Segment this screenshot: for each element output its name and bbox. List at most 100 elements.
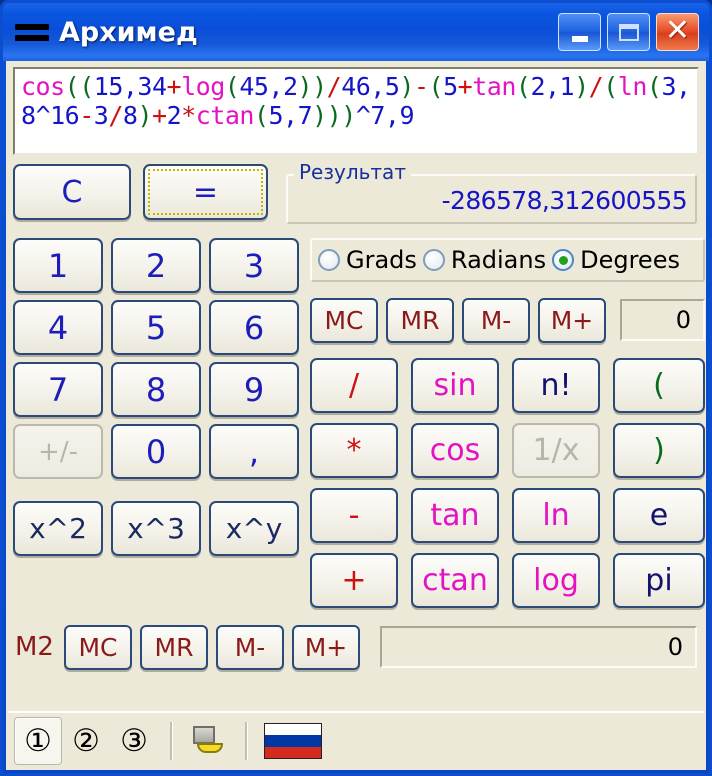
- function-key-tan[interactable]: tan: [411, 488, 499, 543]
- memory1-m-plus-button[interactable]: M+: [538, 297, 606, 343]
- expression-token: 2,1: [530, 72, 575, 101]
- application-window: Архимед ✕ cos((15,34+log(45,2))/46,5)-(5…: [0, 0, 712, 776]
- expression-token: log: [181, 72, 225, 101]
- memory1-buttons: MC MR M- M+: [310, 297, 614, 343]
- expression-token: +: [457, 72, 473, 101]
- angle-mode-radians[interactable]: Radians: [422, 246, 546, 274]
- expression-token: (: [515, 72, 531, 101]
- function-key-ln[interactable]: ln: [512, 488, 600, 543]
- title-bar: Архимед ✕: [3, 3, 709, 61]
- expression-token: 2: [166, 101, 182, 130]
- numpad-key-6[interactable]: 6: [209, 300, 299, 355]
- expression-token: (: [428, 72, 444, 101]
- expression-input[interactable]: cos((15,34+log(45,2))/46,5)-(5+tan(2,1)/…: [13, 67, 699, 155]
- radio-dot-icon: [552, 249, 575, 271]
- expression-token: ((: [64, 72, 95, 101]
- function-key-add[interactable]: +: [310, 553, 398, 608]
- function-key-reciprocal: 1/x: [512, 423, 600, 478]
- memory2-mc-button[interactable]: MC: [63, 624, 132, 670]
- expression-token: )): [297, 72, 328, 101]
- function-key-open-paren[interactable]: (: [613, 358, 705, 413]
- expression-token: ): [137, 101, 153, 130]
- function-key-close-paren[interactable]: ): [613, 423, 705, 478]
- numpad-key-8[interactable]: 8: [111, 362, 201, 417]
- numpad-key-[interactable]: ,: [209, 424, 299, 479]
- function-key-cos[interactable]: cos: [411, 423, 499, 478]
- expression-token: 5,7: [268, 101, 313, 130]
- numpad-key-4[interactable]: 4: [13, 300, 103, 355]
- system-settings-icon[interactable]: [185, 717, 233, 765]
- memory2-row: M2 MC MR M- M+ 0: [13, 622, 699, 672]
- numpad-key-0[interactable]: 0: [111, 424, 201, 479]
- expression-token: *: [181, 101, 196, 130]
- function-key-factorial[interactable]: n!: [512, 358, 600, 413]
- memory-slot-buttons: ①②③: [14, 717, 158, 765]
- memory1-m-minus-button[interactable]: M-: [462, 297, 530, 343]
- function-key-pi[interactable]: pi: [613, 553, 705, 608]
- focus-ring: [148, 169, 263, 215]
- memory2-m-plus-button[interactable]: M+: [291, 624, 360, 670]
- result-group-label: Результат: [294, 160, 411, 184]
- numpad-key-2[interactable]: 2: [111, 238, 201, 293]
- result-value: -286578,312600555: [441, 186, 688, 215]
- expression-token: -: [79, 101, 94, 130]
- function-key-ctan[interactable]: ctan: [411, 553, 499, 608]
- function-key-subtract[interactable]: -: [310, 488, 398, 543]
- close-button[interactable]: ✕: [656, 13, 699, 51]
- function-key-log[interactable]: log: [512, 553, 600, 608]
- equals-button[interactable]: =: [143, 164, 268, 220]
- power-key-x3[interactable]: x^3: [111, 501, 201, 556]
- clear-button[interactable]: C: [13, 164, 131, 220]
- angle-mode-label: Grads: [346, 246, 417, 274]
- expression-token: ln: [617, 72, 648, 101]
- expression-token: /: [326, 72, 342, 101]
- memory-slot-1-button[interactable]: ①: [14, 717, 62, 765]
- memory1-mr-button[interactable]: MR: [386, 297, 454, 343]
- russian-flag-icon[interactable]: [264, 723, 322, 759]
- window-controls: ✕: [558, 13, 699, 51]
- close-icon: ✕: [664, 12, 691, 48]
- function-key-multiply[interactable]: *: [310, 423, 398, 478]
- toolbar-separator: [170, 722, 173, 760]
- expression-token: +: [152, 101, 167, 130]
- angle-mode-group: Grads Radians Degrees: [310, 238, 705, 282]
- expression-token: -: [413, 72, 429, 101]
- memory-slot-2-button[interactable]: ②: [62, 717, 110, 765]
- expression-token: (: [603, 72, 618, 101]
- expression-token: ): [399, 72, 414, 101]
- memory2-m-minus-button[interactable]: M-: [215, 624, 284, 670]
- numpad-key-3[interactable]: 3: [209, 238, 299, 293]
- numpad-key-7[interactable]: 7: [13, 362, 103, 417]
- expression-token: ^16: [35, 101, 80, 130]
- functions-column: Grads Radians Degrees MC MR M- M+ 0 /sin n!(* c…: [310, 238, 705, 608]
- angle-mode-degrees[interactable]: Degrees: [552, 246, 680, 274]
- client-area: cos((15,34+log(45,2))/46,5)-(5+tan(2,1)/…: [6, 61, 706, 770]
- numpad-key-5[interactable]: 5: [111, 300, 201, 355]
- numeric-keypad: 1 2 3 4 5 6 7 8 9 +/- 0,: [13, 238, 300, 479]
- function-keypad: / sin n!( * cos 1/x) - tan ln e + ctan log pi: [310, 358, 705, 608]
- numpad-key-9[interactable]: 9: [209, 362, 299, 417]
- memory2-mr-button[interactable]: MR: [139, 624, 208, 670]
- expression-token: (: [224, 72, 240, 101]
- numpad-key-: +/-: [13, 424, 103, 479]
- memory1-mc-button[interactable]: MC: [310, 297, 378, 343]
- equals-menu-icon: [15, 20, 49, 44]
- expression-token: 8: [122, 101, 138, 130]
- angle-mode-grads[interactable]: Grads: [318, 246, 417, 274]
- expression-token: tan: [472, 72, 516, 101]
- expression-token: 46,5: [341, 72, 400, 101]
- power-key-xy[interactable]: x^y: [209, 501, 299, 556]
- minimize-button[interactable]: [558, 13, 601, 51]
- expression-token: cos: [21, 72, 65, 101]
- memory2-label: M2: [15, 632, 54, 662]
- function-key-divide[interactable]: /: [310, 358, 398, 413]
- memory-slot-3-button[interactable]: ③: [110, 717, 158, 765]
- power-key-x2[interactable]: x^2: [13, 501, 103, 556]
- window-title: Архимед: [59, 16, 198, 48]
- maximize-button[interactable]: [607, 13, 650, 51]
- function-key-e[interactable]: e: [613, 488, 705, 543]
- numpad-key-1[interactable]: 1: [13, 238, 103, 293]
- expression-token: 15,34: [93, 72, 167, 101]
- function-key-sin[interactable]: sin: [411, 358, 499, 413]
- expression-token: 5: [443, 72, 458, 101]
